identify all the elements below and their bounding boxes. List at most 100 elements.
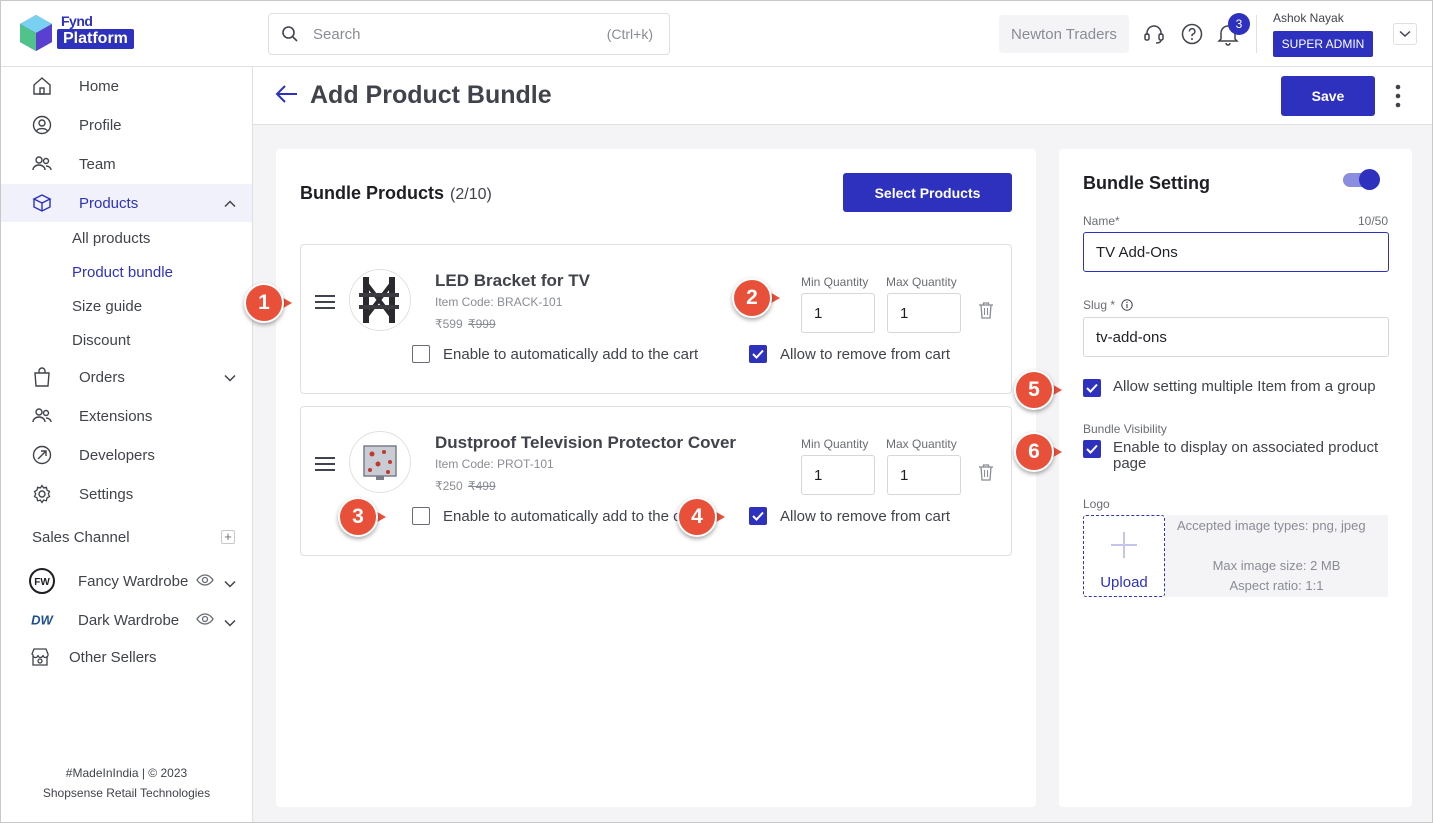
sidebar-item-developers[interactable]: Developers: [1, 436, 252, 474]
max-quantity-input[interactable]: [887, 293, 961, 333]
callout-marker-3: 3: [338, 497, 386, 537]
search-bar[interactable]: (Ctrl+k): [268, 13, 670, 55]
sidebar: Home Profile Team Products All products …: [1, 67, 253, 822]
sidebar-item-settings[interactable]: Settings: [1, 475, 252, 513]
allow-multiple-items-checkbox[interactable]: Allow setting multiple Item from a group: [1083, 379, 1393, 397]
allow-remove-label: Allow to remove from cart: [780, 507, 951, 525]
eye-icon[interactable]: [196, 612, 214, 630]
sidebar-subitem-product-bundle[interactable]: Product bundle: [72, 264, 173, 281]
sidebar-subitem-discount[interactable]: Discount: [72, 332, 130, 349]
sidebar-item-label: Team: [79, 155, 116, 173]
trash-icon[interactable]: [978, 301, 994, 324]
upload-requirements: Accepted image types: png, jpeg Max imag…: [1165, 515, 1388, 597]
add-sales-channel-plus-icon[interactable]: +: [221, 530, 235, 544]
top-bar: Fynd Platform (Ctrl+k) Newton Traders 3 …: [1, 1, 1432, 67]
user-name: Ashok Nayak: [1273, 11, 1344, 25]
page-header: Add Product Bundle Save: [253, 67, 1432, 125]
sidebar-other-sellers[interactable]: Other Sellers: [1, 640, 252, 674]
allow-remove-from-cart-checkbox[interactable]: Allow to remove from cart: [749, 507, 950, 525]
drag-handle-icon[interactable]: [314, 455, 336, 478]
sidebar-channel-label: Other Sellers: [69, 648, 157, 666]
checkbox-unchecked-icon: [412, 507, 430, 525]
sidebar-item-products[interactable]: Products: [1, 184, 252, 222]
sales-channel-heading: Sales Channel: [32, 529, 130, 546]
callout-marker-1: 1: [244, 283, 292, 323]
user-circle-icon: [31, 114, 53, 136]
callout-number: 4: [677, 497, 717, 537]
dark-wardrobe-logo: DW: [29, 607, 55, 633]
callout-marker-6: 6: [1014, 432, 1062, 472]
sidebar-subitem-all-products[interactable]: All products: [72, 230, 150, 247]
sidebar-item-extensions[interactable]: Extensions: [1, 397, 252, 435]
sidebar-channel-fancy-wardrobe[interactable]: FW Fancy Wardrobe: [1, 564, 252, 598]
tv-cover-image: [363, 445, 397, 480]
chevron-up-icon: [224, 195, 236, 212]
plus-icon: [1109, 530, 1139, 565]
allow-remove-from-cart-checkbox[interactable]: Allow to remove from cart: [749, 345, 950, 363]
chevron-down-icon[interactable]: [224, 614, 236, 631]
checkbox-unchecked-icon: [412, 345, 430, 363]
support-icon[interactable]: [1141, 21, 1167, 47]
fynd-platform-logo[interactable]: Fynd Platform: [17, 13, 157, 55]
save-button[interactable]: Save: [1281, 76, 1375, 116]
bundle-products-heading: Bundle Products: [300, 183, 445, 203]
sidebar-item-label: Home: [79, 77, 120, 95]
sidebar-item-profile[interactable]: Profile: [1, 106, 252, 144]
bundle-slug-input[interactable]: [1083, 317, 1389, 357]
drag-handle-icon[interactable]: [314, 293, 336, 316]
name-field-label: Name*: [1083, 214, 1120, 228]
callout-marker-2: 2: [732, 278, 780, 318]
select-products-button[interactable]: Select Products: [843, 173, 1012, 212]
home-icon: [31, 75, 53, 97]
trash-icon[interactable]: [978, 463, 994, 486]
product-item-code: Item Code: BRACK-101: [435, 295, 563, 309]
callout-number: 3: [338, 497, 378, 537]
gear-icon: [31, 483, 53, 505]
sidebar-subitem-size-guide[interactable]: Size guide: [72, 298, 142, 315]
product-thumbnail: [349, 431, 411, 493]
sidebar-channel-dark-wardrobe[interactable]: DW Dark Wardrobe: [1, 603, 252, 637]
chevron-down-icon: [224, 369, 236, 386]
developers-icon: [31, 444, 53, 466]
max-quantity-input[interactable]: [887, 455, 961, 495]
callout-marker-4: 4: [677, 497, 725, 537]
chevron-down-icon[interactable]: [224, 575, 236, 592]
info-icon[interactable]: [1121, 299, 1133, 311]
sidebar-channel-label: Fancy Wardrobe: [78, 572, 189, 590]
allow-remove-label: Allow to remove from cart: [780, 345, 951, 363]
logo-upload-button[interactable]: Upload: [1083, 515, 1165, 597]
logo-text-platform: Platform: [57, 29, 134, 49]
allow-multiple-items-label: Allow setting multiple Item from a group: [1113, 378, 1376, 395]
user-menu-chevron-icon[interactable]: [1393, 23, 1417, 45]
bundle-name-input[interactable]: [1083, 232, 1389, 272]
bundle-visibility-label: Bundle Visibility: [1083, 422, 1167, 436]
min-quantity-input[interactable]: [801, 455, 875, 495]
company-selector[interactable]: Newton Traders: [999, 15, 1129, 53]
sidebar-item-team[interactable]: Team: [1, 145, 252, 183]
fynd-logo-icon: [20, 15, 52, 51]
display-on-product-page-checkbox[interactable]: Enable to display on associated product …: [1083, 440, 1393, 472]
min-quantity-label: Min Quantity: [801, 275, 869, 289]
sidebar-item-label: Extensions: [79, 407, 153, 425]
bundle-product-row: LED Bracket for TV Item Code: BRACK-101 …: [300, 244, 1012, 394]
sidebar-item-home[interactable]: Home: [1, 67, 252, 105]
tv-bracket-image: [359, 277, 399, 323]
search-input[interactable]: [313, 25, 607, 43]
more-options-icon[interactable]: [1390, 83, 1406, 109]
display-on-product-page-label: Enable to display on associated product …: [1113, 439, 1379, 472]
callout-number: 6: [1014, 432, 1054, 472]
max-quantity-label: Max Quantity: [886, 275, 957, 289]
callout-number: 5: [1014, 370, 1054, 410]
eye-icon[interactable]: [196, 573, 214, 591]
sidebar-item-label: Settings: [79, 485, 134, 503]
sidebar-item-orders[interactable]: Orders: [1, 358, 252, 396]
checkbox-checked-icon: [1083, 379, 1101, 397]
back-arrow-icon[interactable]: [275, 84, 299, 109]
auto-add-to-cart-checkbox[interactable]: Enable to automatically add to the cart: [412, 345, 698, 363]
min-quantity-input[interactable]: [801, 293, 875, 333]
sidebar-item-label: Profile: [79, 116, 122, 134]
bundle-enabled-toggle[interactable]: [1343, 169, 1380, 190]
help-icon[interactable]: [1179, 21, 1205, 47]
logo-text-fynd: Fynd: [61, 13, 93, 29]
auto-add-to-cart-checkbox[interactable]: Enable to automatically add to the c: [412, 507, 681, 525]
